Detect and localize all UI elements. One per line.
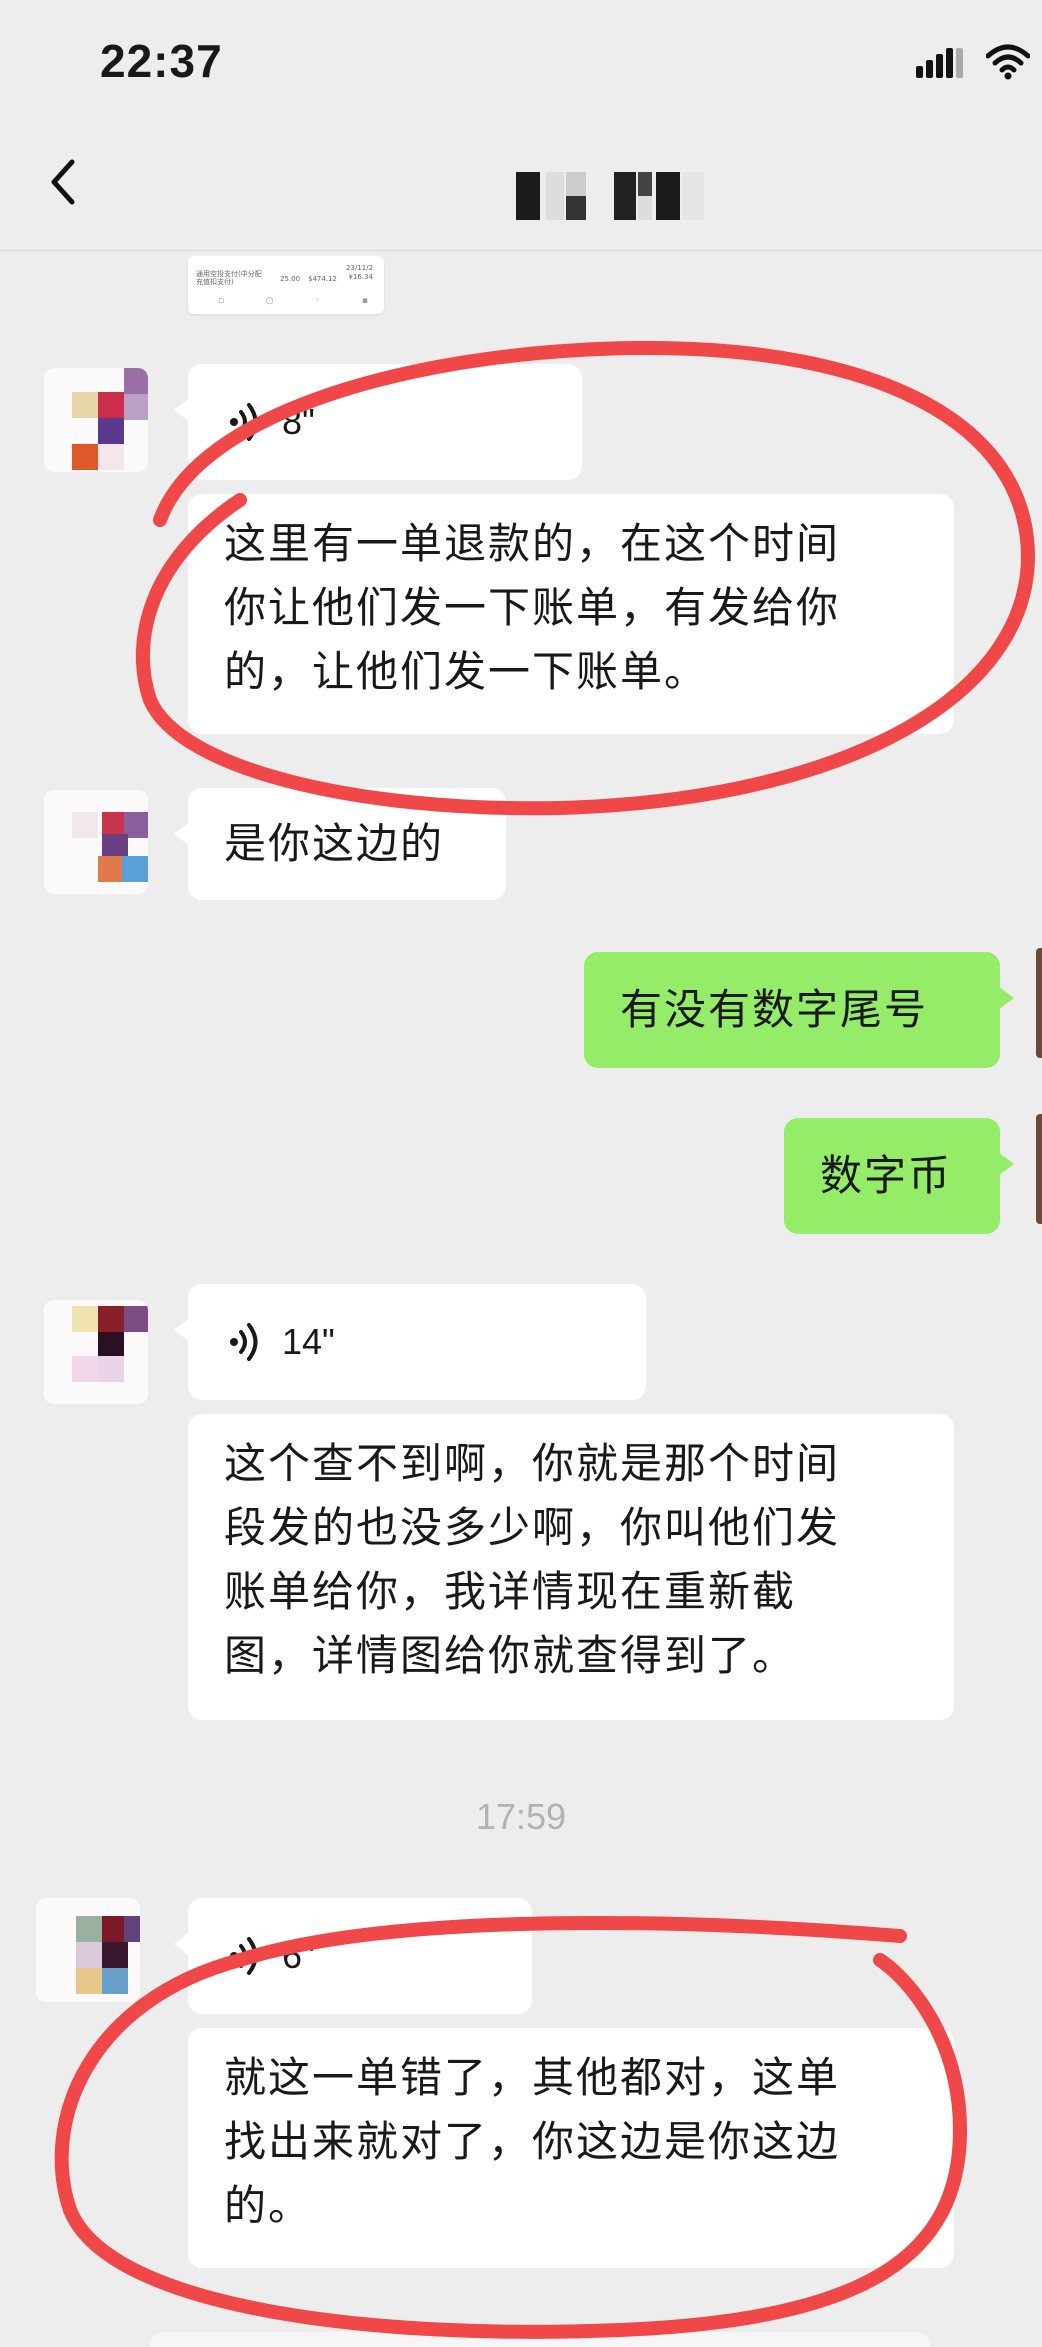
message-line: 你让他们发一下账单，有发给你 [224, 583, 841, 632]
timestamp-divider: 17:59 [475, 1796, 567, 1837]
message-bubble[interactable]: 是你这边的 [174, 788, 506, 900]
nav-divider [0, 250, 1042, 251]
back-button[interactable] [44, 154, 84, 210]
voice-wave-icon [230, 1937, 258, 1975]
my-avatar[interactable] [1036, 1114, 1042, 1224]
wifi-icon [986, 44, 1030, 80]
message-line: 就这一单错了，其他都对，这单 [224, 2053, 841, 2102]
status-time: 22:37 [100, 35, 223, 87]
message-line: 的，让他们发一下账单。 [224, 647, 709, 696]
card-icon-3: ◦ [315, 296, 321, 306]
avatar[interactable] [44, 790, 148, 894]
message-line: 有没有数字尾号 [620, 985, 929, 1034]
cellular-signal-icon [916, 46, 963, 78]
message-line: 账单给你，我详情现在重新截 [224, 1567, 797, 1616]
card-line-2: 充值扣支付) [196, 278, 234, 286]
voice-duration: 14" [282, 1321, 335, 1362]
card-icon-1: ▫ [218, 296, 225, 306]
card-amount-2: $474.12 [308, 275, 337, 283]
card-line-1: 通用空投支付(中分配 [196, 270, 262, 278]
message-line: 段发的也没多少啊，你叫他们发 [224, 1503, 841, 1552]
message-line: 图，详情图给你就查得到了。 [224, 1631, 797, 1680]
message-line: 这里有一单退款的，在这个时间 [224, 519, 841, 568]
voice-duration: 6" [282, 1935, 315, 1976]
card-icon-2: ○ [265, 296, 274, 306]
message-line: 数字币 [820, 1151, 953, 1200]
card-amount-1: 25.00 [280, 275, 301, 283]
message-line: 这个查不到啊，你就是那个时间 [224, 1439, 841, 1488]
voice-wave-icon [230, 1323, 258, 1361]
message-line: 的。 [224, 2181, 313, 2230]
voice-wave-icon [230, 403, 258, 441]
shared-card-thumbnail[interactable]: 通用空投支付(中分配 充值扣支付) 25.00 $474.12 23/11/2 ¥1… [188, 256, 384, 314]
message-line: 找出来就对了，你这边是你这边 [224, 2117, 841, 2166]
input-bar-edge [150, 2332, 930, 2347]
my-avatar[interactable] [1036, 948, 1042, 1058]
card-icon-4: ▪ [361, 296, 368, 306]
card-date: 23/11/2 [346, 264, 373, 272]
voice-message[interactable]: 8" [174, 364, 582, 480]
voice-message[interactable]: 14" [174, 1284, 646, 1400]
message-line: 是你这边的 [224, 819, 445, 868]
card-value: ¥16.34 [348, 273, 374, 281]
my-message-bubble[interactable]: 有没有数字尾号 [584, 952, 1014, 1068]
my-message-bubble[interactable]: 数字币 [784, 1118, 1014, 1234]
avatar[interactable] [44, 1300, 148, 1404]
voice-duration: 8" [282, 401, 315, 442]
avatar[interactable] [36, 1898, 140, 2002]
voice-message[interactable]: 6" [174, 1898, 532, 2014]
message-bubble[interactable]: 这个查不到啊，你就是那个时间 段发的也没多少啊，你叫他们发 账单给你，我详情现在… [188, 1414, 954, 1720]
message-bubble[interactable]: 这里有一单退款的，在这个时间 你让他们发一下账单，有发给你 的，让他们发一下账单… [188, 494, 954, 734]
chat-title-pixelated [516, 172, 712, 220]
avatar[interactable] [44, 368, 148, 472]
message-bubble[interactable]: 就这一单错了，其他都对，这单 找出来就对了，你这边是你这边 的。 [188, 2028, 954, 2268]
